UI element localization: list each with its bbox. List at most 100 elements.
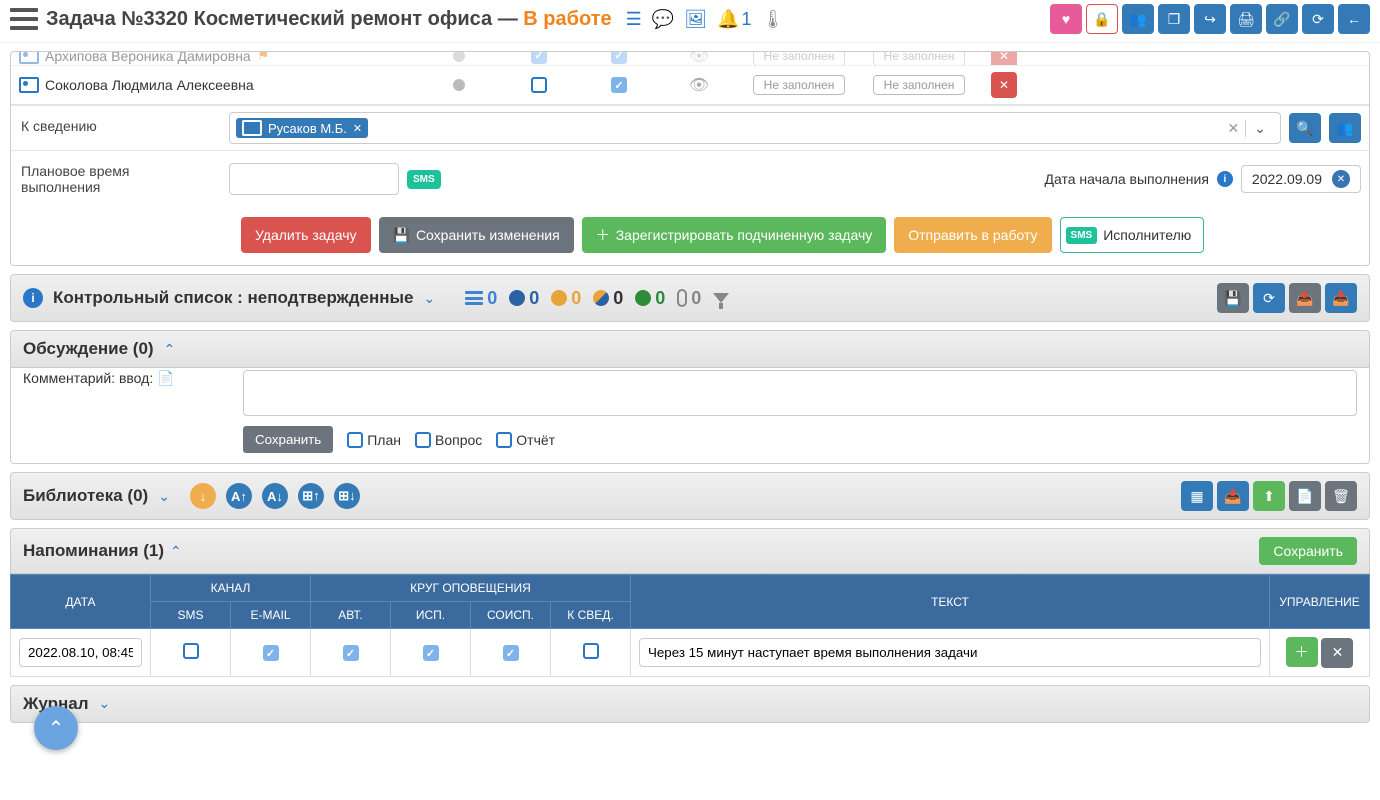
chevron-down-icon[interactable]: ⌄ bbox=[423, 290, 435, 307]
save-icon-button[interactable]: 💾 bbox=[1217, 283, 1249, 313]
tag-dropdown[interactable]: ⌄ bbox=[1245, 120, 1274, 137]
send-to-work-button[interactable]: Отправить в работу bbox=[894, 217, 1051, 253]
save-comment-button[interactable]: Сохранить bbox=[243, 426, 333, 453]
eye-off-icon: 👁 bbox=[689, 52, 709, 66]
checkbox[interactable] bbox=[611, 52, 627, 64]
cc-checkbox[interactable] bbox=[583, 643, 599, 659]
info-icon[interactable]: i bbox=[1217, 171, 1233, 187]
col-date: ДАТА bbox=[11, 575, 151, 629]
export-button[interactable]: 📤 bbox=[1217, 481, 1249, 511]
count-circle-split: 0 bbox=[593, 288, 623, 309]
chat-icon[interactable]: 💬 bbox=[652, 9, 674, 30]
export-icon-button[interactable]: 📤 bbox=[1289, 283, 1321, 313]
eye-off-icon: 👁 bbox=[689, 75, 709, 95]
question-checkbox[interactable]: Вопрос bbox=[415, 432, 482, 448]
register-subtask-button[interactable]: ＋ Зарегистрировать подчиненную задачу bbox=[582, 217, 887, 253]
task-status: В работе bbox=[523, 8, 611, 30]
filter-icon[interactable] bbox=[713, 293, 729, 303]
refresh-icon-button[interactable]: ⟳ bbox=[1253, 283, 1285, 313]
report-checkbox[interactable]: Отчёт bbox=[496, 432, 555, 448]
lib-sort-asc-icon[interactable]: A↑ bbox=[226, 483, 252, 509]
bell-icon[interactable]: 🔔1 bbox=[717, 9, 751, 30]
checkbox[interactable] bbox=[611, 77, 627, 93]
back-button[interactable]: ← bbox=[1338, 4, 1370, 34]
forward-button[interactable]: ↪ bbox=[1194, 4, 1226, 34]
plan-checkbox[interactable]: План bbox=[347, 432, 401, 448]
trash-button[interactable]: 🗑 bbox=[1325, 481, 1357, 511]
count-list: 0 bbox=[465, 288, 497, 309]
email-checkbox[interactable] bbox=[263, 645, 279, 661]
not-filled-badge: Не заполнен bbox=[753, 52, 846, 66]
count-circle-orange: 0 bbox=[551, 288, 581, 309]
checklist-title: Контрольный список : неподтвержденные bbox=[53, 288, 413, 308]
delete-row-button[interactable]: ✕ bbox=[991, 52, 1017, 66]
hamburger-menu[interactable] bbox=[10, 8, 38, 30]
lib-download-icon[interactable]: ↓ bbox=[190, 483, 216, 509]
reminder-text-input[interactable] bbox=[639, 638, 1261, 667]
list-icon[interactable]: ☰ bbox=[626, 9, 642, 30]
sms-checkbox[interactable] bbox=[183, 643, 199, 659]
participant-name: Соколова Людмила Алексеевна bbox=[45, 77, 254, 93]
remove-reminder-button[interactable]: ✕ bbox=[1321, 638, 1353, 668]
date-clear[interactable]: ✕ bbox=[1332, 170, 1350, 188]
col-text: ТЕКСТ bbox=[631, 575, 1270, 629]
exec-checkbox[interactable] bbox=[423, 645, 439, 661]
chevron-up-icon[interactable]: ⌃ bbox=[164, 341, 176, 358]
reminder-date-input[interactable] bbox=[19, 638, 142, 667]
comment-input[interactable] bbox=[243, 370, 1357, 416]
save-changes-button[interactable]: 💾 Сохранить изменения bbox=[379, 217, 574, 253]
sms-badge[interactable]: SMS bbox=[407, 170, 441, 189]
delete-task-button[interactable]: Удалить задачу bbox=[241, 217, 371, 253]
coexec-checkbox[interactable] bbox=[503, 645, 519, 661]
tag-remove[interactable]: ✕ bbox=[353, 122, 362, 135]
card-icon bbox=[19, 52, 39, 64]
col-cc: К СВЕД. bbox=[551, 602, 631, 629]
plan-time-input[interactable] bbox=[229, 163, 399, 195]
card-icon bbox=[19, 77, 39, 93]
group-button[interactable]: 👥 bbox=[1329, 113, 1361, 143]
not-filled-badge: Не заполнен bbox=[873, 52, 966, 66]
import-icon-button[interactable]: 📥 bbox=[1325, 283, 1357, 313]
checkbox[interactable] bbox=[531, 52, 547, 64]
refresh-button[interactable]: ⟳ bbox=[1302, 4, 1334, 34]
users-button[interactable]: 👥 bbox=[1122, 4, 1154, 34]
flag-icon: ⚑ bbox=[257, 52, 270, 64]
start-date-label: Дата начала выполнения bbox=[1045, 171, 1209, 187]
scroll-top-button[interactable]: ⌃ bbox=[34, 706, 78, 750]
reminders-title: Напоминания (1) bbox=[23, 541, 164, 561]
print-button[interactable]: 🖨 bbox=[1230, 4, 1262, 34]
status-dot bbox=[453, 79, 465, 91]
add-reminder-button[interactable]: ＋ bbox=[1286, 637, 1318, 667]
cc-tag[interactable]: Русаков М.Б.✕ bbox=[236, 118, 368, 138]
chevron-down-icon[interactable]: ⌄ bbox=[158, 488, 170, 505]
image-icon[interactable]: 🖼 bbox=[684, 9, 707, 30]
not-filled-badge: Не заполнен bbox=[873, 75, 966, 95]
grid-view-button[interactable]: ▦ bbox=[1181, 481, 1213, 511]
chevron-up-icon[interactable]: ⌃ bbox=[170, 543, 182, 560]
search-user-button[interactable]: 🔍 bbox=[1289, 113, 1321, 143]
auth-checkbox[interactable] bbox=[343, 645, 359, 661]
chevron-down-icon[interactable]: ⌄ bbox=[99, 695, 111, 712]
sms-executor-button[interactable]: SMSИсполнителю bbox=[1060, 217, 1205, 253]
delete-row-button[interactable]: ✕ bbox=[991, 72, 1017, 98]
lib-sort-desc-icon[interactable]: A↓ bbox=[262, 483, 288, 509]
col-channel: КАНАЛ bbox=[151, 575, 311, 602]
col-sms: SMS bbox=[151, 602, 231, 629]
status-dot bbox=[453, 52, 465, 62]
lib-grid-down-icon[interactable]: ⊞↓ bbox=[334, 483, 360, 509]
start-date-input[interactable]: 2022.09.09 ✕ bbox=[1241, 165, 1361, 193]
lib-grid-up-icon[interactable]: ⊞↑ bbox=[298, 483, 324, 509]
checkbox[interactable] bbox=[531, 77, 547, 93]
upload-button[interactable]: ⬆ bbox=[1253, 481, 1285, 511]
copy-button[interactable]: ❐ bbox=[1158, 4, 1190, 34]
tag-clear[interactable]: ✕ bbox=[1222, 120, 1246, 137]
lock-button[interactable]: 🔒 bbox=[1086, 4, 1118, 34]
info-icon[interactable]: i bbox=[23, 288, 43, 308]
thermometer-icon[interactable]: 🌡 bbox=[761, 9, 784, 30]
count-circle-blue: 0 bbox=[509, 288, 539, 309]
cc-tag-input[interactable]: Русаков М.Б.✕ ✕ ⌄ bbox=[229, 112, 1281, 144]
save-reminders-button[interactable]: Сохранить bbox=[1259, 537, 1357, 565]
document-button[interactable]: 📄 bbox=[1289, 481, 1321, 511]
link-button[interactable]: 🔗 bbox=[1266, 4, 1298, 34]
favorite-button[interactable]: ♥ bbox=[1050, 4, 1082, 34]
